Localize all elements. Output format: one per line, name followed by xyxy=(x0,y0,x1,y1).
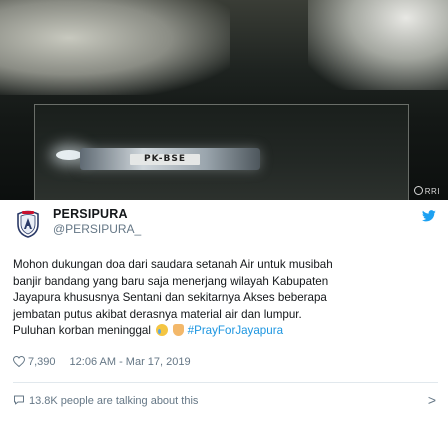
tweet-line: banjir bandang yang baru saja menerjang … xyxy=(13,274,329,288)
crying-face-icon xyxy=(156,324,169,336)
watermark-icon xyxy=(413,186,423,195)
tweet-meta: 7,390 12:06 AM - Mar 17, 2019 xyxy=(12,355,191,370)
hashtag-link[interactable]: #PrayForJayapura xyxy=(188,324,283,337)
watermark-text: RRI xyxy=(424,187,440,196)
tweet-timestamp[interactable]: 12:06 AM - Mar 17, 2019 xyxy=(70,356,191,368)
divider xyxy=(13,382,438,383)
tweet-text: Mohon dukungan doa dari saudara setanah … xyxy=(13,257,438,340)
praying-hands-icon xyxy=(173,324,185,336)
tweet-media-photo[interactable]: PK-BSE RRI xyxy=(0,0,448,200)
account-name[interactable]: PERSIPURA xyxy=(53,207,128,221)
tweet-line: jembatan putus akibat derasnya material … xyxy=(13,307,302,321)
chevron-right-icon: > xyxy=(427,392,436,408)
photo-highlight-left xyxy=(0,0,230,95)
talking-about-link[interactable]: 13.8K people are talking about this > xyxy=(13,392,438,409)
heart-icon[interactable] xyxy=(12,355,26,370)
vehicle-headlight xyxy=(56,150,82,160)
tweet-line-text: Puluhan korban meninggal xyxy=(13,324,151,337)
twitter-bird-icon[interactable] xyxy=(422,209,436,222)
tweet-line: Jayapura khususnya Sentani dan sekitarny… xyxy=(13,291,327,304)
talking-about-text: 13.8K people are talking about this xyxy=(29,395,199,407)
photo-watermark: RRI xyxy=(413,186,440,196)
tweet-line: Mohon dukungan doa dari saudara setanah … xyxy=(13,258,333,271)
like-count[interactable]: 7,390 xyxy=(28,356,56,368)
photo-highlight-right xyxy=(308,0,448,90)
tweet-line-last: Puluhan korban meninggal #PrayForJayapur… xyxy=(13,323,438,340)
plate-text: PK-BSE xyxy=(130,154,200,165)
speech-bubble-icon xyxy=(13,394,25,409)
tweet-header: PERSIPURA @PERSIPURA_ xyxy=(13,207,438,239)
account-handle[interactable]: @PERSIPURA_ xyxy=(53,222,141,236)
persipura-crest-icon[interactable] xyxy=(15,210,41,238)
